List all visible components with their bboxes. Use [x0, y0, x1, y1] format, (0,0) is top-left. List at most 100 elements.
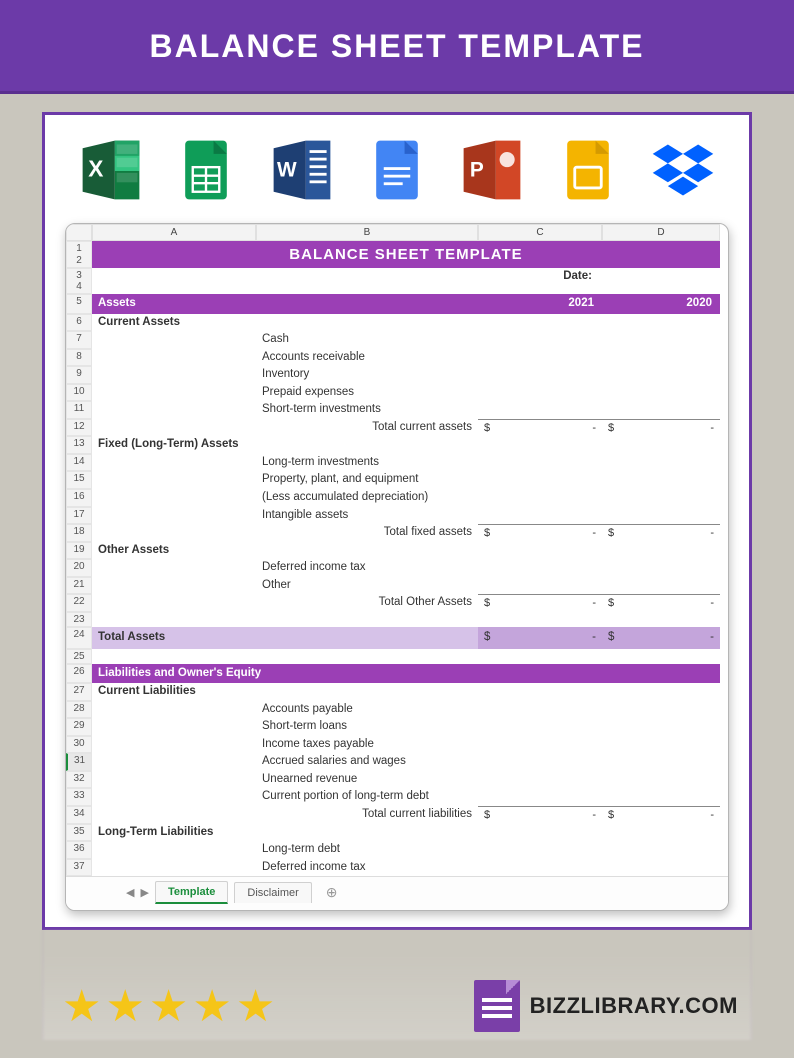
line-item: Other — [256, 577, 478, 595]
line-item: Accrued salaries and wages — [256, 753, 478, 771]
cell-empty — [478, 542, 602, 560]
line-item: Intangible assets — [256, 507, 478, 525]
cell-empty — [478, 436, 602, 454]
cell-empty — [602, 471, 720, 489]
cell-empty — [602, 454, 720, 472]
line-item: Inventory — [256, 366, 478, 384]
currency-cell: $- — [478, 806, 602, 824]
cell-empty — [478, 753, 602, 771]
cell-empty — [602, 349, 720, 367]
cell-empty — [602, 314, 720, 332]
cell-empty — [92, 841, 256, 859]
line-item: Deferred income tax — [256, 559, 478, 577]
line-item: Deferred income tax — [256, 859, 478, 877]
currency-cell: $- — [602, 594, 720, 612]
row-header: 17 — [66, 507, 92, 525]
cell-empty — [92, 471, 256, 489]
row-header: 23 — [66, 612, 92, 627]
row-header: 16 — [66, 489, 92, 507]
row-header: 13 — [66, 436, 92, 454]
cell-empty — [92, 559, 256, 577]
date-label: Date: — [478, 268, 602, 289]
cell-empty — [92, 524, 256, 542]
line-item: Unearned revenue — [256, 771, 478, 789]
current-liab-header: Current Liabilities — [92, 683, 256, 701]
cell-empty — [92, 753, 256, 771]
row-header: 36 — [66, 841, 92, 859]
line-item: (Less accumulated depreciation) — [256, 489, 478, 507]
line-item: Accounts payable — [256, 701, 478, 719]
cell-empty — [256, 612, 478, 627]
line-item: Property, plant, and equipment — [256, 471, 478, 489]
cell-empty — [92, 268, 256, 289]
star-icon: ★ — [149, 981, 188, 1032]
cell-empty — [92, 718, 256, 736]
cell-empty — [92, 331, 256, 349]
powerpoint-icon: P — [454, 135, 530, 205]
cell-empty — [602, 489, 720, 507]
cell-empty — [478, 701, 602, 719]
cell-empty — [478, 401, 602, 419]
cell-empty — [602, 401, 720, 419]
row-header-selected: 31 — [66, 753, 92, 771]
svg-text:P: P — [470, 159, 484, 182]
row-header: 34 — [66, 268, 92, 294]
line-item: Long-term debt — [256, 841, 478, 859]
cell-empty — [602, 649, 720, 664]
line-item: Long-term investments — [256, 454, 478, 472]
row-header: 26 — [66, 664, 92, 684]
tab-template[interactable]: Template — [155, 881, 228, 904]
cell-empty — [478, 454, 602, 472]
bizzlibrary-icon — [474, 980, 520, 1032]
row-header: 34 — [66, 806, 92, 824]
cell-empty — [602, 736, 720, 754]
cell-empty — [478, 366, 602, 384]
total-fixed-assets-label: Total fixed assets — [256, 524, 478, 542]
row-header: 24 — [66, 627, 92, 649]
cell-empty — [478, 331, 602, 349]
cell-empty — [92, 859, 256, 877]
star-icon: ★ — [105, 981, 144, 1032]
cell-empty — [92, 419, 256, 437]
row-header: 27 — [66, 683, 92, 701]
fixed-assets-header: Fixed (Long-Term) Assets — [92, 436, 256, 454]
row-header: 21 — [66, 577, 92, 595]
row-header: 20 — [66, 559, 92, 577]
cell-empty — [478, 577, 602, 595]
row-header: 11 — [66, 401, 92, 419]
year-2021: 2021 — [478, 294, 602, 314]
cell-empty — [478, 384, 602, 402]
row-header: 37 — [66, 859, 92, 877]
cell-empty — [602, 384, 720, 402]
line-item: Income taxes payable — [256, 736, 478, 754]
total-current-assets-label: Total current assets — [256, 419, 478, 437]
line-item: Accounts receivable — [256, 349, 478, 367]
cell-empty — [92, 507, 256, 525]
star-icon: ★ — [192, 981, 231, 1032]
cell-empty — [602, 612, 720, 627]
currency-cell: $- — [478, 524, 602, 542]
cell-empty — [602, 577, 720, 595]
cell-empty — [602, 824, 720, 842]
total-assets-val: $- — [602, 627, 720, 649]
brand-logo: BIZZLIBRARY.COM — [474, 980, 738, 1032]
cell-empty — [478, 859, 602, 877]
line-item: Prepaid expenses — [256, 384, 478, 402]
row-header: 15 — [66, 471, 92, 489]
tab-disclaimer[interactable]: Disclaimer — [234, 882, 311, 903]
row-header: 29 — [66, 718, 92, 736]
row-header: 25 — [66, 649, 92, 664]
sheet-tabs: ◀ ▶ Template Disclaimer ⊕ — [66, 876, 728, 910]
cell-empty — [92, 349, 256, 367]
total-assets-val: $- — [478, 627, 602, 649]
currency-cell: $- — [602, 806, 720, 824]
cell-empty — [478, 736, 602, 754]
cell-empty — [92, 454, 256, 472]
tab-add-icon[interactable]: ⊕ — [318, 884, 346, 901]
total-assets-label: Total Assets — [92, 627, 256, 649]
cell-empty — [478, 718, 602, 736]
cell-empty — [256, 542, 478, 560]
google-slides-icon — [550, 135, 626, 205]
cell-empty — [92, 384, 256, 402]
cell-empty — [256, 683, 478, 701]
